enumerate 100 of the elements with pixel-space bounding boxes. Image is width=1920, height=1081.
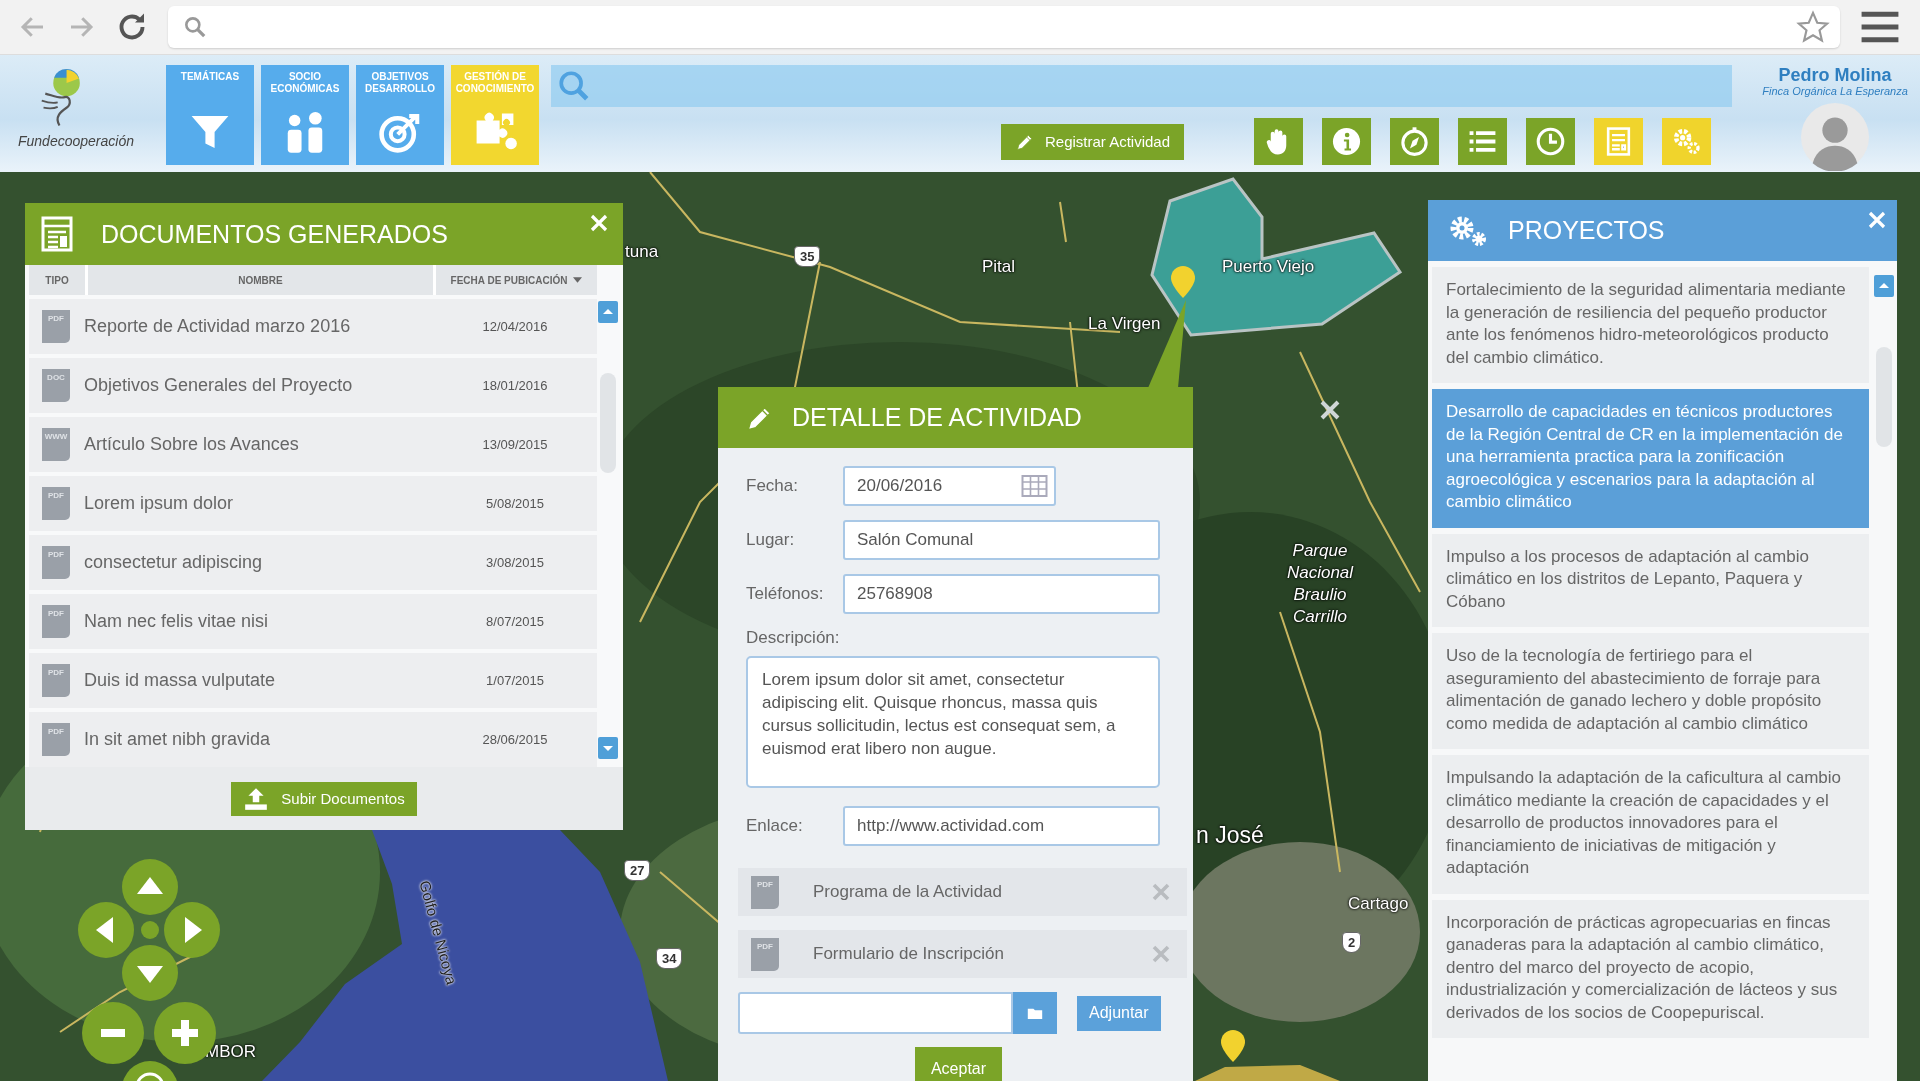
publication-date: 5/08/2015 bbox=[485, 496, 545, 511]
route-shield: 34 bbox=[656, 948, 683, 969]
sort-caret-icon bbox=[573, 277, 583, 283]
star-icon[interactable] bbox=[1796, 10, 1830, 44]
text-field[interactable]: http://www.actividad.com bbox=[843, 806, 1160, 846]
column-header[interactable]: FECHA DE PUBICACIÓN bbox=[436, 265, 597, 295]
pan-right-button[interactable] bbox=[164, 902, 220, 958]
remove-icon[interactable] bbox=[1151, 882, 1171, 902]
logo-text: Fundecooperación bbox=[18, 133, 134, 149]
column-header[interactable]: TIPO bbox=[29, 265, 85, 295]
document-row[interactable]: PDF In sit amet nibh gravida 28/06/2015 bbox=[29, 712, 597, 767]
pan-left-button[interactable] bbox=[78, 902, 134, 958]
document-row[interactable]: PDF Reporte de Actividad marzo 2016 12/04/2016 bbox=[29, 299, 597, 354]
document-name: In sit amet nibh gravida bbox=[84, 729, 272, 750]
user-name: Pedro Molina bbox=[1778, 65, 1892, 85]
file-path-field[interactable] bbox=[738, 992, 1013, 1034]
field-label: Enlace: bbox=[746, 816, 804, 836]
project-item[interactable]: Impulso a los procesos de adaptación al cambio climático en los distritos de Lepanto, Paquera y Cóbano bbox=[1432, 533, 1869, 627]
toolbar-button[interactable] bbox=[1390, 118, 1440, 165]
settings-icon bbox=[1671, 126, 1703, 157]
folder-icon bbox=[1027, 1006, 1043, 1020]
zoom-out-button[interactable] bbox=[82, 1002, 144, 1064]
calendar-icon[interactable] bbox=[1021, 475, 1048, 497]
avatar-icon[interactable] bbox=[1801, 103, 1869, 171]
map-label: n José bbox=[1196, 822, 1264, 849]
toolbar-button[interactable] bbox=[1322, 118, 1372, 165]
document-name: Duis id massa vulputate bbox=[84, 670, 277, 691]
document-name: Artículo Sobre los Avances bbox=[84, 434, 300, 455]
file-type-icon: PDF bbox=[42, 487, 70, 520]
accept-button[interactable]: Aceptar bbox=[914, 1047, 1003, 1081]
date-field[interactable]: 20/06/2016 bbox=[843, 466, 1056, 506]
publication-date: 8/07/2015 bbox=[485, 614, 545, 629]
project-item[interactable]: Fortalecimiento de la seguridad alimentaria mediante la generación de resiliencia del pequeño productor ante los fenómenos hidro-meteorológicos producto del cambio climático. bbox=[1432, 267, 1869, 383]
document-row[interactable]: WWW Artículo Sobre los Avances 13/09/2015 bbox=[29, 417, 597, 472]
text-field[interactable]: Salón Comunal bbox=[843, 520, 1160, 560]
map-pin-icon[interactable] bbox=[1221, 1030, 1245, 1062]
route-shield: 27 bbox=[624, 860, 651, 881]
toolbar-button[interactable] bbox=[1594, 118, 1644, 165]
panel-title: PROYECTOS bbox=[1508, 216, 1666, 245]
table-document-icon bbox=[41, 216, 73, 252]
map-label: Golfo de Nicoya bbox=[416, 878, 461, 987]
text-field[interactable]: 25768908 bbox=[843, 574, 1160, 614]
toolbar-button[interactable] bbox=[1526, 118, 1576, 165]
document-row[interactable]: PDF Duis id massa vulputate 1/07/2015 bbox=[29, 653, 597, 708]
project-item[interactable]: Impulsando la adaptación de la caficultura al cambio climático mediante la creación de capacidades y el desarrollo de productos innovadores para el financiamiento de iniciativas de mitigación y adaptación bbox=[1432, 755, 1869, 894]
scroll-down-button[interactable] bbox=[598, 737, 618, 759]
map-label: MBOR bbox=[205, 1042, 256, 1062]
column-header[interactable]: NOMBRE bbox=[88, 265, 433, 295]
panel-title: DETALLE DE ACTIVIDAD bbox=[792, 403, 1083, 432]
document-row[interactable]: DOC Objetivos Generales del Proyecto 18/01/2016 bbox=[29, 358, 597, 413]
close-icon[interactable] bbox=[589, 213, 609, 233]
toolbar-button[interactable] bbox=[1458, 118, 1508, 165]
field-value: 20/06/2016 bbox=[857, 476, 943, 496]
project-item[interactable]: Uso de la tecnología de fertiriego para el aseguramiento del abastecimiento de forraje para alimentación de ganado lechero y doble propósito como medida de adaptación al cambio climático bbox=[1432, 633, 1869, 749]
document-name: Objetivos Generales del Proyecto bbox=[84, 375, 354, 396]
browse-folder-button[interactable] bbox=[1013, 992, 1057, 1034]
map-label: Parque Nacional Braulio Carrillo bbox=[1285, 540, 1355, 628]
file-type-icon: PDF bbox=[42, 723, 70, 756]
upload-documents-button[interactable]: Subir Documentos bbox=[231, 781, 417, 816]
pan-down-button[interactable] bbox=[122, 945, 178, 1001]
attachment-name: Formulario de Inscripción bbox=[813, 944, 1005, 964]
info-icon bbox=[1331, 126, 1363, 157]
scroll-up-button[interactable] bbox=[598, 301, 618, 323]
field-label: Descripción: bbox=[746, 628, 841, 648]
search-icon bbox=[182, 14, 208, 40]
search-icon bbox=[557, 69, 591, 103]
map-label: Puerto Viejo bbox=[1222, 257, 1315, 277]
pan-up-button[interactable] bbox=[122, 859, 178, 915]
file-type-icon: WWW bbox=[42, 428, 70, 461]
document-row[interactable]: PDF Lorem ipsum dolor 5/08/2015 bbox=[29, 476, 597, 531]
document-row[interactable]: PDF consectetur adipiscing 3/08/2015 bbox=[29, 535, 597, 590]
document-name: consectetur adipiscing bbox=[84, 552, 264, 573]
close-icon[interactable] bbox=[1867, 210, 1887, 230]
toolbar-button[interactable] bbox=[1662, 118, 1712, 165]
map-label: tuna bbox=[625, 242, 659, 262]
file-type-icon: DOC bbox=[42, 369, 70, 402]
document-name: Reporte de Actividad marzo 2016 bbox=[84, 316, 352, 337]
publication-date: 18/01/2016 bbox=[481, 378, 549, 393]
document-name: Lorem ipsum dolor bbox=[84, 493, 235, 514]
remove-icon[interactable] bbox=[1151, 944, 1171, 964]
publication-date: 12/04/2016 bbox=[481, 319, 549, 334]
document-row[interactable]: PDF Nam nec felis vitae nisi 8/07/2015 bbox=[29, 594, 597, 649]
compass-icon bbox=[1399, 126, 1431, 157]
scroll-up-button[interactable] bbox=[1874, 275, 1894, 297]
toolbar-button[interactable] bbox=[1254, 118, 1304, 165]
description-textarea[interactable]: Lorem ipsum dolor sit amet, consectetur adipiscing elit. Quisque rhoncus, massa quis cursus sollicitudin, lectus est consequat sem, a euismod erat libero non augue. bbox=[746, 656, 1160, 788]
publication-date: 13/09/2015 bbox=[481, 437, 549, 452]
project-item[interactable]: Incorporación de prácticas agropecuarias en fincas ganaderas para la adaptación al cambio climático, dentro del marco del proyecto de acopio, industrialización y comercialización de lácteos y sus derivados de los socios de Coopepuriscal. bbox=[1432, 899, 1869, 1038]
project-item[interactable]: Desarrollo de capacidades en técnicos productores de la Región Central de CR en la implementación de una herramienta practica para la zonificación agroecológica y escenarios para la adaptación al cambio climático bbox=[1432, 389, 1869, 528]
panel-title: DOCUMENTOS GENERADOS bbox=[101, 219, 449, 249]
file-type-icon: PDF bbox=[42, 664, 70, 697]
publication-date: 3/08/2015 bbox=[485, 555, 545, 570]
search-field[interactable] bbox=[551, 65, 1732, 107]
attach-button[interactable]: Adjuntar bbox=[1077, 995, 1161, 1031]
file-type-icon: PDF bbox=[42, 546, 70, 579]
center-dot-button[interactable] bbox=[141, 921, 159, 939]
register-activity-button[interactable]: Registrar Actividad bbox=[1001, 123, 1185, 160]
close-marker-icon[interactable] bbox=[1320, 400, 1340, 420]
address-field[interactable] bbox=[168, 6, 1840, 48]
attachment-name: Programa de la Actividad bbox=[813, 882, 1003, 902]
